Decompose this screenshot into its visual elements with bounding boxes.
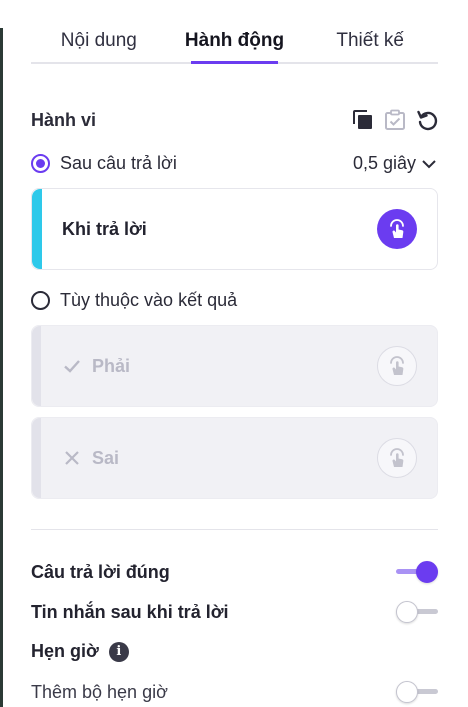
wrong-card: Sai — [31, 417, 438, 499]
correct-tap-button — [377, 346, 417, 386]
card-accent — [32, 189, 42, 269]
checklist-icon[interactable] — [384, 109, 406, 131]
after-answer-label: Sau câu trả lời — [60, 153, 177, 173]
correct-card: Phải — [31, 325, 438, 407]
message-after-label: Tin nhắn sau khi trả lời — [31, 601, 229, 622]
panel-left-border — [0, 28, 3, 707]
wrong-tap-button — [377, 438, 417, 478]
message-after-toggle[interactable] — [396, 601, 438, 623]
info-icon[interactable]: i — [108, 641, 129, 662]
on-answer-card[interactable]: Khi trả lời — [31, 188, 438, 270]
reset-icon[interactable] — [416, 109, 438, 131]
card-accent — [32, 326, 41, 406]
tab-design[interactable]: Thiết kế — [302, 26, 438, 62]
behavior-title: Hành vi — [31, 109, 97, 130]
delay-value: 0,5 giây — [352, 153, 416, 173]
timer-label-wrap: Hẹn giờ i — [31, 641, 129, 662]
section-divider — [31, 529, 438, 530]
chevron-down-icon — [422, 159, 436, 168]
correct-answer-toggle[interactable] — [396, 561, 438, 583]
after-answer-radio[interactable] — [31, 154, 50, 173]
toggle-knob — [396, 681, 418, 703]
behavior-header: Hành vi — [31, 109, 438, 131]
tap-icon — [390, 356, 404, 375]
tab-actions[interactable]: Hành động — [167, 26, 303, 64]
delay-select[interactable]: 0,5 giây — [353, 153, 438, 174]
wrong-label-text: Sai — [92, 447, 120, 468]
tap-action-button[interactable] — [377, 209, 417, 249]
message-after-setting: Tin nhắn sau khi trả lời — [31, 601, 438, 623]
correct-answer-label: Câu trả lời đúng — [31, 561, 170, 582]
add-timer-setting: Thêm bộ hẹn giờ — [31, 681, 438, 703]
depends-on-result-label: Tùy thuộc vào kết quả — [60, 290, 238, 310]
tap-icon — [390, 448, 404, 467]
wrong-card-label: Sai — [62, 448, 119, 469]
depends-on-result-option: Tùy thuộc vào kết quả — [31, 290, 438, 311]
correct-answer-setting: Câu trả lời đúng — [31, 561, 438, 583]
tab-content[interactable]: Nội dung — [31, 26, 167, 62]
check-icon — [62, 356, 82, 376]
tab-bar: Nội dung Hành động Thiết kế — [31, 26, 438, 64]
add-timer-toggle[interactable] — [396, 681, 438, 703]
after-answer-option: Sau câu trả lời 0,5 giây — [31, 153, 438, 174]
depends-on-result-radio[interactable] — [31, 291, 50, 310]
correct-label-text: Phải — [92, 355, 131, 376]
duplicate-icon[interactable] — [352, 109, 374, 131]
toggle-knob — [416, 561, 438, 583]
x-icon — [62, 448, 82, 468]
timer-label: Hẹn giờ — [31, 641, 99, 661]
add-timer-label: Thêm bộ hẹn giờ — [31, 681, 168, 702]
card-accent — [32, 418, 41, 498]
tap-icon — [390, 219, 404, 238]
on-answer-label: Khi trả lời — [62, 218, 147, 239]
correct-card-label: Phải — [62, 356, 130, 377]
toggle-knob — [396, 601, 418, 623]
behavior-tools — [352, 109, 438, 131]
timer-setting: Hẹn giờ i — [31, 641, 438, 662]
